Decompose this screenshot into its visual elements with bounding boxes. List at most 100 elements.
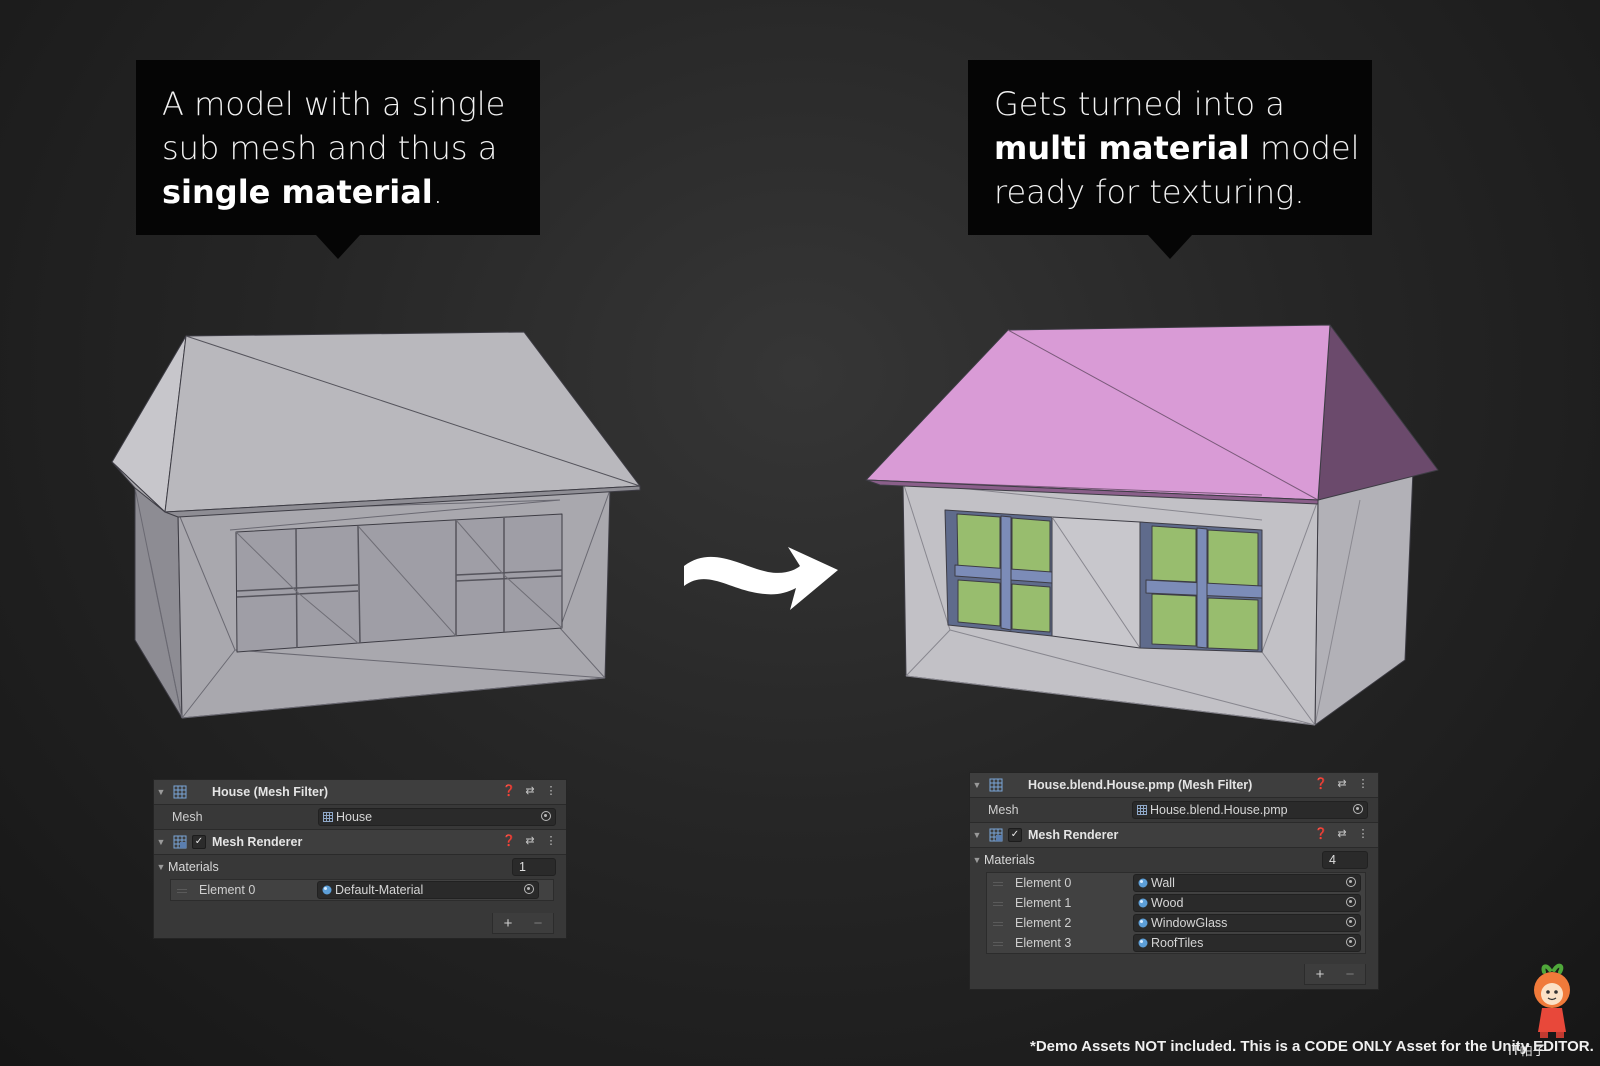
kebab-menu-icon[interactable]: ⋮ (544, 834, 558, 847)
add-element-button[interactable]: + (1316, 966, 1325, 983)
materials-label: Materials (984, 853, 1035, 867)
materials-row[interactable]: ▼ Materials 4 (970, 848, 1378, 872)
house-single-material (111, 331, 641, 719)
material-object-field[interactable]: Wood (1133, 894, 1361, 912)
mesh-asset-icon (1137, 805, 1147, 815)
foldout-arrow-icon[interactable]: ▼ (154, 862, 168, 872)
drag-handle-icon[interactable] (177, 889, 187, 893)
mesh-renderer-icon (173, 835, 187, 849)
object-picker-icon[interactable] (1346, 877, 1356, 887)
inspector-right: ▼ House.blend.House.pmp (Mesh Filter) ❓ … (970, 773, 1378, 989)
element-label: Element 0 (199, 883, 256, 897)
presets-icon[interactable]: ⇄ (1335, 777, 1349, 790)
house-multi-material (865, 324, 1439, 726)
transform-arrow-icon (684, 547, 838, 610)
mesh-label: Mesh (988, 803, 1019, 817)
watermark-text: IT帕子 (1508, 1044, 1546, 1059)
mesh-object-field[interactable]: House.blend.House.pmp (1132, 801, 1368, 819)
material-value: WindowGlass (1151, 916, 1228, 930)
help-icon[interactable]: ❓ (1314, 777, 1328, 790)
mesh-filter-icon (989, 778, 1003, 792)
object-picker-icon[interactable] (1346, 937, 1356, 947)
foldout-arrow-icon[interactable]: ▼ (970, 830, 984, 840)
materials-list: Element 0 Default-Material (170, 879, 554, 901)
drag-handle-icon[interactable] (993, 922, 1003, 926)
mesh-object-field[interactable]: House (318, 808, 556, 826)
mesh-filter-header[interactable]: ▼ House.blend.House.pmp (Mesh Filter) ❓ … (970, 773, 1378, 798)
object-picker-icon[interactable] (1346, 917, 1356, 927)
list-item[interactable]: Element 0 Wall (987, 873, 1365, 893)
material-sphere-icon (1138, 878, 1148, 888)
mesh-filter-title: House.blend.House.pmp (Mesh Filter) (1028, 778, 1253, 792)
list-item[interactable]: Element 0 Default-Material (171, 880, 553, 900)
presets-icon[interactable]: ⇄ (523, 784, 537, 797)
presets-icon[interactable]: ⇄ (1335, 827, 1349, 840)
drag-handle-icon[interactable] (993, 882, 1003, 886)
element-label: Element 1 (1015, 896, 1072, 910)
material-object-field[interactable]: Wall (1133, 874, 1361, 892)
remove-element-button[interactable]: − (1346, 966, 1355, 983)
materials-label: Materials (168, 860, 219, 874)
object-picker-icon[interactable] (524, 884, 534, 894)
inspector-left: ▼ House (Mesh Filter) ❓ ⇄ ⋮ Mesh House ▼… (154, 780, 566, 938)
mesh-label: Mesh (172, 810, 203, 824)
material-sphere-icon (1138, 938, 1148, 948)
orange-mascot-icon (1534, 963, 1570, 1038)
list-add-remove: + − (1304, 964, 1366, 985)
renderer-enabled-checkbox[interactable]: ✓ (192, 835, 206, 849)
materials-list: Element 0 Wall Element 1 Wood Element 2 … (986, 872, 1366, 954)
watermark-logo: IT帕子 (1508, 962, 1584, 1059)
renderer-enabled-checkbox[interactable]: ✓ (1008, 828, 1022, 842)
help-icon[interactable]: ❓ (502, 784, 516, 797)
foldout-arrow-icon[interactable]: ▼ (970, 780, 984, 790)
element-label: Element 3 (1015, 936, 1072, 950)
object-picker-icon[interactable] (1353, 804, 1363, 814)
material-object-field[interactable]: RoofTiles (1133, 934, 1361, 952)
object-picker-icon[interactable] (541, 811, 551, 821)
list-item[interactable]: Element 2 WindowGlass (987, 913, 1365, 933)
mesh-property-row: Mesh House (154, 805, 566, 829)
material-object-field[interactable]: WindowGlass (1133, 914, 1361, 932)
mesh-renderer-header[interactable]: ▼ ✓ Mesh Renderer ❓ ⇄ ⋮ (154, 829, 566, 855)
materials-row[interactable]: ▼ Materials 1 (154, 855, 566, 879)
mesh-property-row: Mesh House.blend.House.pmp (970, 798, 1378, 822)
mesh-renderer-icon (989, 828, 1003, 842)
help-icon[interactable]: ❓ (1314, 827, 1328, 840)
presets-icon[interactable]: ⇄ (523, 834, 537, 847)
material-value: RoofTiles (1151, 936, 1204, 950)
material-sphere-icon (1138, 898, 1148, 908)
element-label: Element 0 (1015, 876, 1072, 890)
material-object-field[interactable]: Default-Material (317, 881, 539, 899)
kebab-menu-icon[interactable]: ⋮ (1356, 827, 1370, 840)
kebab-menu-icon[interactable]: ⋮ (544, 784, 558, 797)
list-add-remove: + − (492, 913, 554, 934)
drag-handle-icon[interactable] (993, 902, 1003, 906)
foldout-arrow-icon[interactable]: ▼ (970, 855, 984, 865)
material-sphere-icon (1138, 918, 1148, 928)
mesh-value: House.blend.House.pmp (1150, 803, 1288, 817)
list-item[interactable]: Element 3 RoofTiles (987, 933, 1365, 953)
mesh-renderer-title: Mesh Renderer (212, 835, 303, 849)
mesh-renderer-title: Mesh Renderer (1028, 828, 1119, 842)
foldout-arrow-icon[interactable]: ▼ (154, 837, 168, 847)
materials-count-field[interactable]: 1 (512, 858, 556, 876)
mesh-filter-icon (173, 785, 187, 799)
remove-element-button[interactable]: − (534, 915, 543, 932)
help-icon[interactable]: ❓ (502, 834, 516, 847)
list-item[interactable]: Element 1 Wood (987, 893, 1365, 913)
mesh-renderer-header[interactable]: ▼ ✓ Mesh Renderer ❓ ⇄ ⋮ (970, 822, 1378, 848)
material-sphere-icon (322, 885, 332, 895)
material-value: Wall (1151, 876, 1175, 890)
mesh-filter-header[interactable]: ▼ House (Mesh Filter) ❓ ⇄ ⋮ (154, 780, 566, 805)
material-value: Wood (1151, 896, 1184, 910)
kebab-menu-icon[interactable]: ⋮ (1356, 777, 1370, 790)
drag-handle-icon[interactable] (993, 942, 1003, 946)
mesh-filter-title: House (Mesh Filter) (212, 785, 328, 799)
add-element-button[interactable]: + (504, 915, 513, 932)
object-picker-icon[interactable] (1346, 897, 1356, 907)
mesh-asset-icon (323, 812, 333, 822)
mesh-value: House (336, 810, 373, 824)
materials-count-field[interactable]: 4 (1322, 851, 1368, 869)
element-label: Element 2 (1015, 916, 1072, 930)
foldout-arrow-icon[interactable]: ▼ (154, 787, 168, 797)
